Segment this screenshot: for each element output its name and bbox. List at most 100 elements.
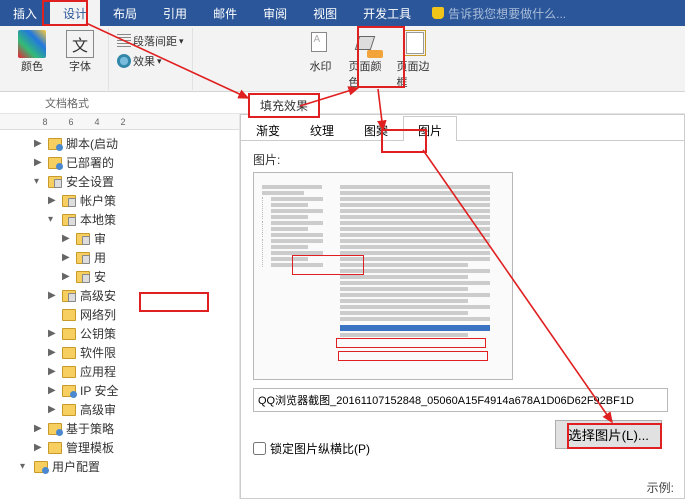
tab-insert[interactable]: 插入	[0, 0, 50, 27]
tree-node[interactable]: ▾ 用户配置	[20, 457, 239, 476]
tree-node-label: 本地策	[80, 211, 116, 228]
tree-node[interactable]: ▶ IP 安全	[20, 381, 239, 400]
dialog-tabs: 渐变 纹理 图案 图片	[241, 115, 684, 141]
folder-icon	[62, 214, 76, 226]
tree-node[interactable]: ▶高级安	[20, 286, 239, 305]
tree-node-label: 安	[94, 268, 106, 285]
page-color-icon	[355, 30, 383, 58]
filename-field: QQ浏览器截图_20161107152848_05060A15F4914a678…	[253, 388, 668, 412]
picture-label: 图片:	[253, 151, 672, 168]
paragraph-spacing-icon	[117, 34, 131, 48]
tree-caret-icon: ▶	[34, 423, 44, 434]
tree-node-label: 用户配置	[52, 458, 100, 475]
tab-gradient[interactable]: 渐变	[241, 116, 295, 141]
example-label: 示例:	[647, 479, 674, 496]
tree-node[interactable]: ▶用	[20, 248, 239, 267]
tab-layout[interactable]: 布局	[100, 0, 150, 27]
tree-node[interactable]: ▶帐户策	[20, 191, 239, 210]
tree-node-label: 软件限	[80, 344, 116, 361]
document-format-bar: 文档格式	[0, 92, 685, 114]
tab-pattern[interactable]: 图案	[349, 116, 403, 141]
paragraph-spacing-button[interactable]: 段落间距▾	[115, 32, 186, 50]
folder-icon	[48, 423, 62, 435]
tab-developer[interactable]: 开发工具	[350, 0, 424, 27]
ribbon-body: 颜色 文 字体 段落间距▾ 效果▾ 设为默认值 水印	[0, 26, 685, 92]
tree-node[interactable]: ▶ 软件限	[20, 343, 239, 362]
workspace: 8642 ▶脚本(启动▶已部署的▾安全设置▶帐户策▾本地策▶审▶用▶安▶高级安 …	[0, 114, 685, 499]
tree-node-label: IP 安全	[80, 382, 118, 399]
tree-node-label: 管理模板	[66, 439, 114, 456]
document-format-label: 文档格式	[45, 95, 89, 111]
tell-me-text: 告诉我您想要做什么...	[448, 5, 566, 22]
tree-node[interactable]: ▶脚本(启动	[20, 134, 239, 153]
tree-node-label: 脚本(启动	[66, 135, 118, 152]
folder-icon	[62, 404, 76, 416]
effects-icon	[117, 54, 131, 68]
fill-effects-title: 填充效果	[248, 93, 320, 118]
folder-icon	[62, 195, 76, 207]
page-color-button[interactable]: 页面颜色	[347, 28, 391, 92]
tree-caret-icon: ▾	[48, 214, 58, 225]
tree-node-label: 网络列	[80, 306, 116, 323]
tree-node[interactable]: ▶ 基于策略	[20, 419, 239, 438]
colors-button[interactable]: 颜色	[10, 28, 54, 76]
tree-caret-icon: ▾	[20, 461, 30, 472]
colors-icon	[18, 30, 46, 58]
bulb-icon	[432, 7, 444, 19]
tab-design[interactable]: 设计	[50, 0, 100, 27]
folder-icon	[48, 176, 62, 188]
tell-me[interactable]: 告诉我您想要做什么...	[432, 5, 566, 22]
tree-caret-icon: ▶	[62, 252, 72, 263]
tree-node[interactable]: 网络列	[20, 305, 239, 324]
select-picture-button[interactable]: 选择图片(L)...	[555, 420, 662, 449]
folder-icon	[62, 309, 76, 321]
lock-ratio-label: 锁定图片纵横比(P)	[270, 440, 370, 457]
tree-caret-icon: ▶	[48, 290, 58, 301]
folder-icon	[62, 328, 76, 340]
folder-icon	[62, 347, 76, 359]
folder-icon	[62, 385, 76, 397]
tree-node[interactable]: ▾安全设置	[20, 172, 239, 191]
tree-node-label: 高级审	[80, 401, 116, 418]
tree-node-label: 审	[94, 230, 106, 247]
tree-node-label: 已部署的	[66, 154, 114, 171]
page-border-button[interactable]: 页面边框	[395, 28, 439, 92]
tree-caret-icon: ▶	[48, 385, 58, 396]
tree-caret-icon: ▶	[48, 366, 58, 377]
watermark-button[interactable]: 水印	[299, 28, 343, 92]
tree-caret-icon: ▶	[34, 442, 44, 453]
tab-mailings[interactable]: 邮件	[200, 0, 250, 27]
fonts-icon: 文	[66, 30, 94, 58]
tree-node[interactable]: ▶ 应用程	[20, 362, 239, 381]
tab-review[interactable]: 审阅	[250, 0, 300, 27]
fill-effects-dialog: 渐变 纹理 图案 图片 图片:	[240, 114, 685, 499]
tree-panel: 8642 ▶脚本(启动▶已部署的▾安全设置▶帐户策▾本地策▶审▶用▶安▶高级安 …	[0, 114, 240, 499]
fonts-button[interactable]: 文 字体	[58, 28, 102, 76]
lock-ratio-checkbox[interactable]	[253, 442, 266, 455]
tab-texture[interactable]: 纹理	[295, 116, 349, 141]
tree-node[interactable]: ▶安	[20, 267, 239, 286]
tab-picture[interactable]: 图片	[403, 116, 457, 141]
tree-node[interactable]: ▶公钥策	[20, 324, 239, 343]
tree-node-label: 用	[94, 249, 106, 266]
tab-references[interactable]: 引用	[150, 0, 200, 27]
tree-node[interactable]: ▶ 管理模板	[20, 438, 239, 457]
tree-node[interactable]: ▶已部署的	[20, 153, 239, 172]
tree-node[interactable]: ▾ 本地策	[20, 210, 239, 229]
folder-icon	[62, 366, 76, 378]
tab-view[interactable]: 视图	[300, 0, 350, 27]
page-border-icon	[403, 30, 431, 58]
tree-caret-icon: ▶	[48, 195, 58, 206]
tree-node-label: 应用程	[80, 363, 116, 380]
tree-caret-icon: ▶	[48, 404, 58, 415]
folder-icon	[48, 157, 62, 169]
tree-node[interactable]: ▶审	[20, 229, 239, 248]
tree-node[interactable]: ▶ 高级审	[20, 400, 239, 419]
folder-icon	[48, 442, 62, 454]
tree-caret-icon: ▶	[62, 233, 72, 244]
tree-node-label: 基于策略	[66, 420, 114, 437]
effects-button[interactable]: 效果▾	[115, 52, 164, 70]
ribbon-tabs: 插入 设计 布局 引用 邮件 审阅 视图 开发工具 告诉我您想要做什么...	[0, 0, 685, 26]
tree-caret-icon: ▶	[48, 347, 58, 358]
folder-icon	[76, 252, 90, 264]
